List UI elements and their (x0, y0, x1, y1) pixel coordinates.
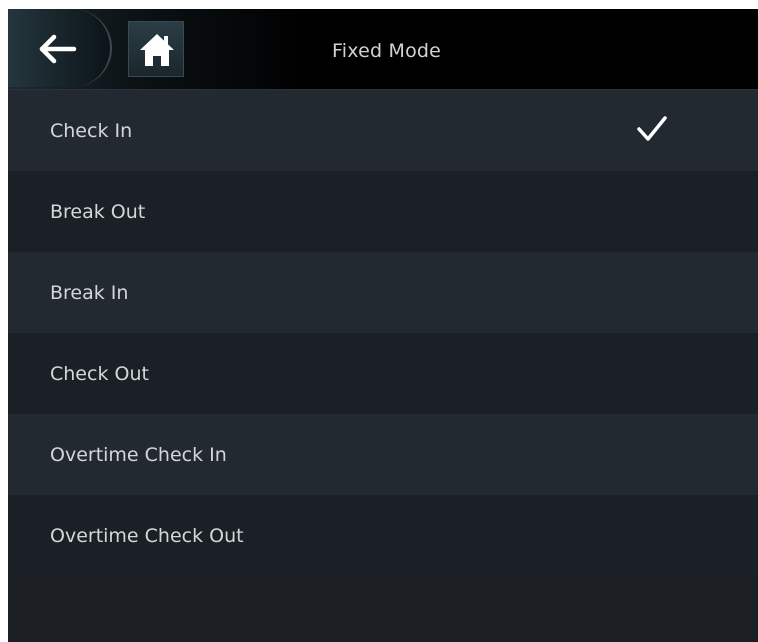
list-item-overtime-check-out[interactable]: Overtime Check Out (8, 495, 758, 576)
device-screen: Fixed Mode Check In Break Out Break In C… (8, 9, 758, 642)
list-item-label: Break In (50, 282, 129, 304)
list-item-label: Overtime Check In (50, 444, 227, 466)
page-title: Fixed Mode (332, 40, 442, 62)
list-item-overtime-check-in[interactable]: Overtime Check In (8, 414, 758, 495)
list-item-label: Check In (50, 120, 133, 142)
arrow-left-icon (39, 34, 77, 64)
list-item-label: Check Out (50, 363, 149, 385)
list-item-break-out[interactable]: Break Out (8, 171, 758, 252)
back-button[interactable] (8, 9, 112, 87)
list-item-label: Break Out (50, 201, 146, 223)
home-button[interactable] (128, 21, 184, 77)
header-bar: Fixed Mode (8, 9, 758, 90)
check-icon (637, 116, 667, 141)
home-icon (140, 34, 174, 66)
list-item-label: Overtime Check Out (50, 525, 244, 547)
list-item-check-out[interactable]: Check Out (8, 333, 758, 414)
list-item-check-in[interactable]: Check In (8, 90, 758, 171)
list-item-break-in[interactable]: Break In (8, 252, 758, 333)
mode-list: Check In Break Out Break In Check Out Ov… (8, 90, 758, 576)
